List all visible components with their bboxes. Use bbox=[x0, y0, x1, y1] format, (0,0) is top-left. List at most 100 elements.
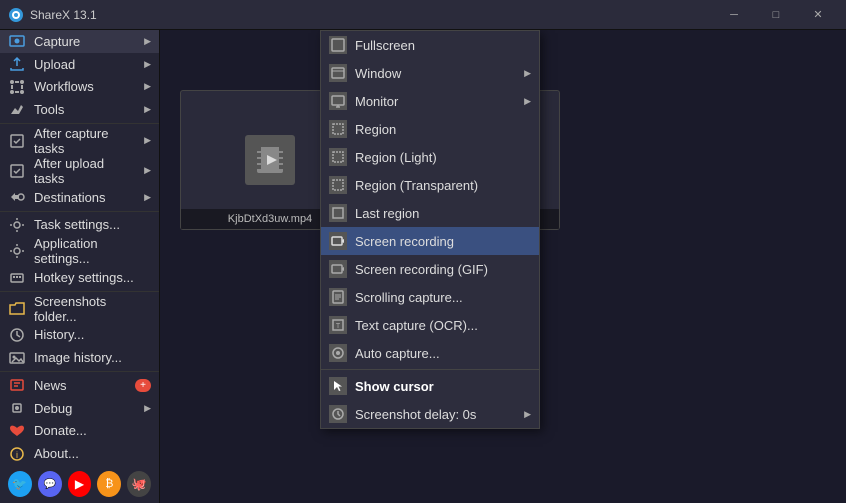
fullscreen-menu-icon bbox=[329, 36, 347, 54]
sidebar-item-app-settings[interactable]: Application settings... bbox=[0, 236, 159, 266]
discord-icon[interactable]: 💬 bbox=[38, 471, 62, 497]
capture-icon bbox=[8, 32, 26, 50]
sidebar-item-news[interactable]: News + bbox=[0, 374, 159, 397]
maximize-button[interactable]: □ bbox=[756, 0, 796, 30]
svg-text:i: i bbox=[16, 450, 18, 460]
sidebar-item-image-history-label: Image history... bbox=[34, 350, 151, 365]
screen-recording-label: Screen recording bbox=[355, 234, 531, 249]
region-label: Region bbox=[355, 122, 531, 137]
last-region-label: Last region bbox=[355, 206, 531, 221]
twitter-icon[interactable]: 🐦 bbox=[8, 471, 32, 497]
menu-separator bbox=[321, 369, 539, 370]
screenshots-folder-icon bbox=[8, 300, 26, 318]
region-transparent-label: Region (Transparent) bbox=[355, 178, 531, 193]
history-icon bbox=[8, 326, 26, 344]
text-capture-label: Text capture (OCR)... bbox=[355, 318, 531, 333]
sidebar-item-image-history[interactable]: Image history... bbox=[0, 346, 159, 369]
menu-item-text-capture[interactable]: T Text capture (OCR)... bbox=[321, 311, 539, 339]
debug-arrow: ▶ bbox=[144, 403, 151, 414]
sidebar-item-capture-label: Capture bbox=[34, 34, 136, 49]
monitor-menu-icon bbox=[329, 92, 347, 110]
show-cursor-label: Show cursor bbox=[355, 379, 531, 394]
titlebar-left: ShareX 13.1 bbox=[8, 7, 97, 23]
main-container: Capture ▶ Upload ▶ bbox=[0, 30, 846, 503]
auto-capture-label: Auto capture... bbox=[355, 346, 531, 361]
menu-item-screen-recording[interactable]: Screen recording bbox=[321, 227, 539, 255]
menu-item-region[interactable]: Region bbox=[321, 115, 539, 143]
sidebar-item-destinations[interactable]: Destinations ▶ bbox=[0, 186, 159, 209]
sidebar-item-task-settings[interactable]: Task settings... bbox=[0, 213, 159, 236]
sidebar-item-capture[interactable]: Capture ▶ bbox=[0, 30, 159, 53]
sidebar-item-about[interactable]: i About... bbox=[0, 442, 159, 465]
sidebar-item-upload[interactable]: Upload ▶ bbox=[0, 53, 159, 76]
titlebar: ShareX 13.1 ─ □ ✕ bbox=[0, 0, 846, 30]
menu-item-auto-capture[interactable]: Auto capture... bbox=[321, 339, 539, 367]
window-controls: ─ □ ✕ bbox=[714, 0, 838, 30]
screen-recording-gif-label: Screen recording (GIF) bbox=[355, 262, 531, 277]
donate-icon bbox=[8, 422, 26, 440]
menu-item-screen-recording-gif[interactable]: Screen recording (GIF) bbox=[321, 255, 539, 283]
github-icon[interactable]: 🐙 bbox=[127, 471, 151, 497]
region-light-menu-icon bbox=[329, 148, 347, 166]
fullscreen-label: Fullscreen bbox=[355, 38, 531, 53]
bitcoin-icon[interactable]: ₿ bbox=[97, 471, 121, 497]
sidebar-item-destinations-label: Destinations bbox=[34, 190, 136, 205]
window-arrow: ▶ bbox=[524, 68, 531, 79]
screenshot-delay-arrow: ▶ bbox=[524, 409, 531, 420]
sidebar-item-about-label: About... bbox=[34, 446, 151, 461]
sidebar-item-debug-label: Debug bbox=[34, 401, 136, 416]
upload-icon bbox=[8, 55, 26, 73]
monitor-label: Monitor bbox=[355, 94, 516, 109]
sidebar-item-donate[interactable]: Donate... bbox=[0, 419, 159, 442]
news-badge: + bbox=[135, 379, 151, 392]
menu-item-monitor[interactable]: Monitor ▶ bbox=[321, 87, 539, 115]
tools-arrow: ▶ bbox=[144, 104, 151, 115]
sidebar-item-history[interactable]: History... bbox=[0, 324, 159, 347]
menu-item-window[interactable]: Window ▶ bbox=[321, 59, 539, 87]
sidebar-item-hotkey-settings[interactable]: Hotkey settings... bbox=[0, 266, 159, 289]
sidebar-item-upload-label: Upload bbox=[34, 57, 136, 72]
sidebar-item-app-settings-label: Application settings... bbox=[34, 236, 151, 266]
destinations-arrow: ▶ bbox=[144, 192, 151, 203]
film-icon-1 bbox=[245, 135, 295, 185]
sidebar-item-tools[interactable]: Tools ▶ bbox=[0, 98, 159, 121]
sidebar: Capture ▶ Upload ▶ bbox=[0, 30, 160, 503]
close-button[interactable]: ✕ bbox=[798, 0, 838, 30]
menu-item-screenshot-delay[interactable]: Screenshot delay: 0s ▶ bbox=[321, 400, 539, 428]
sidebar-item-after-capture[interactable]: After capture tasks ▶ bbox=[0, 126, 159, 156]
sidebar-item-after-upload[interactable]: After upload tasks ▶ bbox=[0, 156, 159, 186]
screen-recording-gif-menu-icon bbox=[329, 260, 347, 278]
menu-item-last-region[interactable]: Last region bbox=[321, 199, 539, 227]
menu-item-region-transparent[interactable]: Region (Transparent) bbox=[321, 171, 539, 199]
menu-item-region-light[interactable]: Region (Light) bbox=[321, 143, 539, 171]
sidebar-item-tools-label: Tools bbox=[34, 102, 136, 117]
image-history-icon bbox=[8, 349, 26, 367]
tools-icon bbox=[8, 101, 26, 119]
region-light-label: Region (Light) bbox=[355, 150, 531, 165]
about-icon: i bbox=[8, 445, 26, 463]
region-transparent-menu-icon bbox=[329, 176, 347, 194]
sep-1 bbox=[0, 123, 159, 124]
region-menu-icon bbox=[329, 120, 347, 138]
sidebar-item-hotkey-settings-label: Hotkey settings... bbox=[34, 270, 151, 285]
menu-item-fullscreen[interactable]: Fullscreen bbox=[321, 31, 539, 59]
app-icon bbox=[8, 7, 24, 23]
screenshot-delay-label: Screenshot delay: 0s bbox=[355, 407, 516, 422]
sidebar-item-history-label: History... bbox=[34, 327, 151, 342]
sidebar-item-screenshots-label: Screenshots folder... bbox=[34, 294, 151, 324]
capture-arrow: ▶ bbox=[144, 36, 151, 47]
sidebar-item-screenshots[interactable]: Screenshots folder... bbox=[0, 294, 159, 324]
workflows-icon bbox=[8, 78, 26, 96]
task-settings-icon bbox=[8, 216, 26, 234]
sidebar-item-workflows[interactable]: Workflows ▶ bbox=[0, 76, 159, 99]
destinations-icon bbox=[8, 188, 26, 206]
menu-item-scrolling-capture[interactable]: Scrolling capture... bbox=[321, 283, 539, 311]
main-content: KjbDtXd3uw.mp4 FMMW3HmtxJ.mp4 bbox=[160, 30, 846, 503]
menu-item-show-cursor[interactable]: Show cursor bbox=[321, 372, 539, 400]
screen-recording-menu-icon bbox=[329, 232, 347, 250]
workflows-arrow: ▶ bbox=[144, 81, 151, 92]
minimize-button[interactable]: ─ bbox=[714, 0, 754, 30]
youtube-icon[interactable]: ▶ bbox=[68, 471, 92, 497]
sidebar-item-debug[interactable]: Debug ▶ bbox=[0, 397, 159, 420]
after-capture-icon bbox=[8, 132, 26, 150]
